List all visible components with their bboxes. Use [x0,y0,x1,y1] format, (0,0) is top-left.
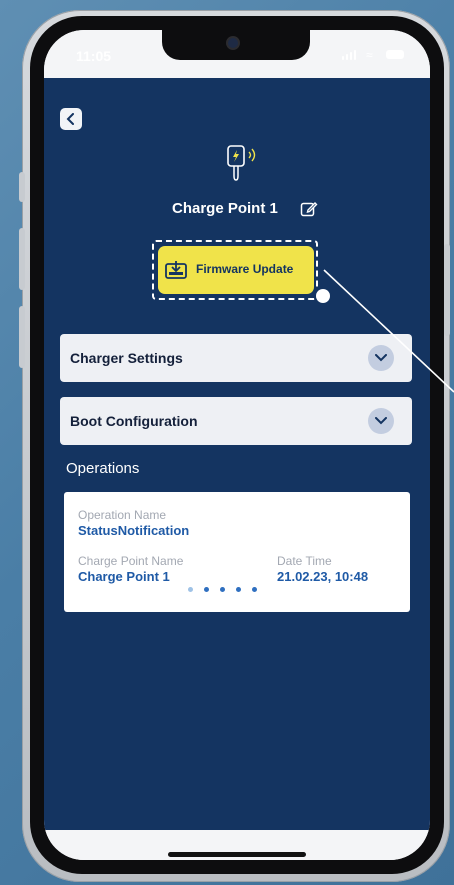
charge-point-title-row: Charge Point 1 [44,200,430,224]
pagination-dot[interactable] [220,587,225,592]
signal-icon [342,50,356,60]
callout-marker [316,289,330,303]
home-indicator [168,852,306,857]
firmware-update-button[interactable]: Firmware Update [158,246,314,294]
side-button [444,244,450,336]
boot-configuration-label: Boot Configuration [70,413,198,429]
charger-wireless-icon [227,145,256,181]
chevron-down-icon[interactable] [368,408,394,434]
charge-point-name-value: Charge Point 1 [78,569,170,584]
side-button [19,306,25,368]
charge-point-title: Charge Point 1 [172,200,278,217]
operations-heading: Operations [66,460,140,477]
notch [162,30,310,60]
date-time-label: Date Time [277,554,332,568]
edit-icon[interactable] [300,200,318,218]
operation-card[interactable]: Operation Name StatusNotification Charge… [64,492,410,612]
app-screen: Charge Point 1 Firmware Update Charger S… [44,78,430,830]
firmware-update-label: Firmware Update [196,262,294,276]
side-button [19,228,25,290]
chevron-down-icon[interactable] [368,345,394,371]
pagination-dots [188,587,268,593]
operation-name-value: StatusNotification [78,523,190,538]
boot-configuration-accordion[interactable]: Boot Configuration [60,397,412,445]
charger-settings-accordion[interactable]: Charger Settings [60,334,412,382]
camera-icon [228,38,238,48]
charge-point-name-label: Charge Point Name [78,554,184,568]
screen: 11:05 ≈ Charge Point 1 Firmware Update C… [44,30,430,860]
chevron-left-icon [66,113,74,125]
pagination-dot[interactable] [252,587,257,592]
back-button[interactable] [60,108,82,130]
status-time: 11:05 [76,48,112,64]
operation-name-label: Operation Name [78,508,167,522]
pagination-dot[interactable] [236,587,241,592]
pagination-dot[interactable] [188,587,193,592]
pagination-dot[interactable] [204,587,209,592]
firmware-download-icon [165,261,187,279]
charger-settings-label: Charger Settings [70,350,183,366]
wifi-icon: ≈ [366,48,373,62]
date-time-value: 21.02.23, 10:48 [277,569,369,584]
side-button [19,172,25,202]
battery-icon [386,50,404,59]
